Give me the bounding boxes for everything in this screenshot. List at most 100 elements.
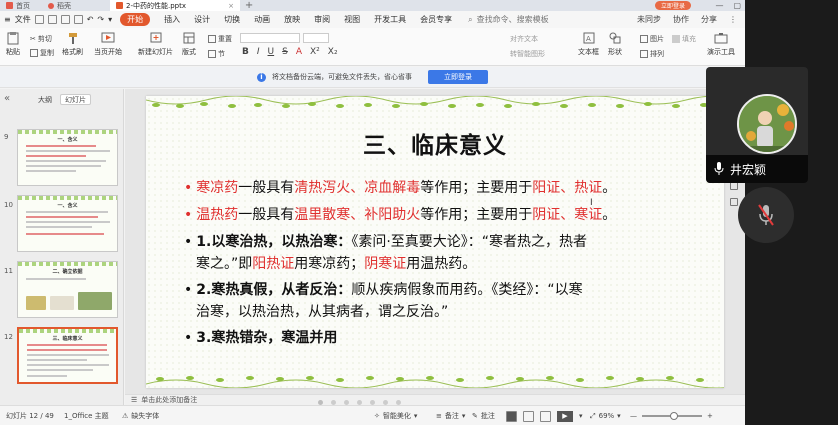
- redo-icon[interactable]: ↷: [97, 15, 104, 24]
- login-badge[interactable]: 立即登录: [654, 1, 691, 10]
- menu-start[interactable]: 开始: [120, 13, 151, 26]
- new-slide-button[interactable]: 新建幻灯片: [138, 31, 173, 57]
- slide-title[interactable]: 三、临床意义: [146, 126, 724, 160]
- tab-home[interactable]: 首页: [0, 0, 40, 11]
- slide-line-cold-drugs[interactable]: • 寒凉药一般具有清热泻火、凉血解毒等作用；主要用于阳证、热证。: [184, 180, 616, 197]
- side-tool-icon[interactable]: [730, 182, 738, 190]
- layout-button[interactable]: 版式: [182, 31, 196, 57]
- textbox-button[interactable]: A 文本框: [578, 31, 599, 57]
- cut-button[interactable]: ✂ 剪切: [30, 34, 52, 44]
- menu-design[interactable]: 设计: [194, 14, 210, 25]
- menu-view[interactable]: 视图: [344, 14, 360, 25]
- smart-beautify-button[interactable]: ✧ 智能美化 ▾: [374, 406, 417, 425]
- menu-slideshow[interactable]: 放映: [284, 14, 300, 25]
- shape-button[interactable]: 形状: [608, 31, 622, 57]
- italic-button[interactable]: I: [257, 47, 260, 57]
- align-text-button[interactable]: 对齐文本: [510, 34, 538, 44]
- text-run: 顺从疾病假象而用药。《类经》：“以寒: [351, 282, 583, 298]
- tab-slides[interactable]: 幻灯片: [60, 94, 91, 105]
- zoom-slider[interactable]: [642, 412, 702, 420]
- zoom-slider-knob[interactable]: [670, 412, 678, 420]
- menu-transition[interactable]: 切换: [224, 14, 240, 25]
- participant-video-tile[interactable]: 井宏颖: [706, 67, 808, 183]
- slide-thumbnail-10[interactable]: 一、含义: [17, 195, 118, 252]
- strikethrough-button[interactable]: S: [282, 47, 288, 57]
- paste-button[interactable]: 粘贴: [6, 31, 20, 57]
- notes-pane[interactable]: ☰ 单击此处添加备注: [125, 394, 745, 405]
- font-size-select[interactable]: [303, 33, 329, 43]
- menu-review[interactable]: 审阅: [314, 14, 330, 25]
- zoom-in-icon[interactable]: +: [707, 412, 713, 420]
- menu-right: 未同步 协作 分享 ⋮: [637, 11, 737, 28]
- menu-developer[interactable]: 开发工具: [374, 14, 406, 25]
- format-painter-button[interactable]: 格式刷: [62, 31, 83, 57]
- font-name-select[interactable]: [240, 33, 300, 43]
- picture-button[interactable]: 图片: [640, 34, 664, 44]
- slide-thumbnail-12[interactable]: 三、临床意义: [17, 327, 118, 384]
- fill-button[interactable]: 填充: [672, 34, 696, 44]
- preview-icon[interactable]: [73, 15, 83, 24]
- slide-line-point-1-cont[interactable]: 寒之。”即阳热证用寒凉药；阴寒证用温热药。: [196, 256, 476, 273]
- underline-button[interactable]: U: [268, 47, 275, 57]
- notes-toggle-button[interactable]: ≡ 备注 ▾: [436, 406, 465, 425]
- presentation-tools-button[interactable]: 演示工具: [707, 31, 735, 57]
- slide-line-point-2-cont[interactable]: 治寒，以热治热，从其病者，谓之反治。”: [196, 304, 448, 321]
- file-menu[interactable]: 文件: [15, 14, 31, 25]
- tab-docer[interactable]: 稻壳: [42, 0, 107, 11]
- section-icon: [208, 50, 216, 58]
- slide-line-point-1[interactable]: • 1.以寒治热，以热治寒：《素问·至真要大论》：“寒者热之，热者: [184, 234, 587, 251]
- slide-canvas[interactable]: 三、临床意义 • 寒凉药一般具有清热泻火、凉血解毒等作用；主要用于阳证、热证。 •…: [146, 96, 724, 388]
- maximize-icon[interactable]: ▢: [733, 1, 741, 10]
- fit-window-button[interactable]: ⤢ 69% ▾: [590, 406, 621, 425]
- collapse-panel-icon[interactable]: «: [4, 93, 10, 104]
- subscript-button[interactable]: X₂: [328, 47, 338, 57]
- arrange-button[interactable]: 排列: [640, 49, 664, 59]
- missing-font-button[interactable]: ⚠ 缺失字体: [122, 406, 159, 425]
- login-button[interactable]: 立即登录: [428, 70, 488, 84]
- slide-thumbnail-9[interactable]: 一、含义: [17, 129, 118, 186]
- reading-view-icon[interactable]: [540, 410, 551, 422]
- slide-sorter-view-icon[interactable]: [523, 410, 534, 422]
- export-icon[interactable]: [47, 15, 57, 24]
- chevron-down-icon: ▾: [617, 412, 621, 420]
- play-from-current-button[interactable]: 当页开始: [94, 31, 122, 57]
- section-button[interactable]: 节: [208, 49, 225, 59]
- share-button[interactable]: 分享: [701, 14, 717, 25]
- comments-button[interactable]: ✎ 批注: [472, 406, 495, 425]
- text-run: 等作用；主要用于: [420, 207, 533, 223]
- chevron-down-icon[interactable]: ▾: [108, 15, 112, 24]
- tab-document[interactable]: 2-中药的性能.pptx ×: [110, 0, 240, 11]
- new-tab-button[interactable]: +: [242, 0, 256, 11]
- close-icon[interactable]: ×: [228, 2, 234, 10]
- copy-button[interactable]: 复制: [30, 48, 54, 58]
- theme-name[interactable]: 1_Office 主题: [64, 406, 109, 425]
- reset-button[interactable]: 重置: [208, 34, 232, 44]
- print-icon[interactable]: [60, 15, 70, 24]
- superscript-button[interactable]: X²: [310, 47, 320, 57]
- chevron-down-icon[interactable]: ▾: [579, 412, 583, 420]
- save-icon[interactable]: [34, 15, 44, 24]
- slideshow-play-icon[interactable]: ▶: [557, 410, 573, 422]
- menu-animation[interactable]: 动画: [254, 14, 270, 25]
- more-icon[interactable]: ⋮: [729, 15, 737, 24]
- minimize-icon[interactable]: —: [715, 1, 723, 10]
- mute-button[interactable]: [738, 187, 794, 243]
- slide-line-point-2[interactable]: • 2.寒热真假，从者反治：顺从疾病假象而用药。《类经》：“以寒: [184, 282, 583, 299]
- zoom-out-icon[interactable]: —: [630, 412, 637, 420]
- hamburger-icon[interactable]: ≡: [4, 15, 11, 24]
- tab-outline[interactable]: 大纲: [34, 94, 56, 105]
- slide-thumbnail-11[interactable]: 二、确立依据: [17, 261, 118, 318]
- side-tool-icon[interactable]: [730, 198, 738, 206]
- menu-vip[interactable]: 会员专享: [420, 14, 452, 25]
- slide-line-point-3[interactable]: • 3.寒热错杂，寒温并用: [184, 330, 337, 347]
- normal-view-icon[interactable]: [506, 410, 517, 422]
- bold-button[interactable]: B: [242, 47, 249, 57]
- command-search[interactable]: ⌕ 查找命令、搜索模板: [468, 14, 548, 25]
- font-color-button[interactable]: A: [296, 47, 302, 57]
- slide-line-warm-drugs[interactable]: • 温热药一般具有温里散寒、补阳助火等作用；主要用于阴证、寒证。: [184, 207, 616, 224]
- collaborate-button[interactable]: 协作: [673, 14, 689, 25]
- menu-insert[interactable]: 插入: [164, 14, 180, 25]
- undo-icon[interactable]: ↶: [87, 15, 94, 24]
- sync-status[interactable]: 未同步: [637, 14, 661, 25]
- smart-graphic-button[interactable]: 转智能图形: [510, 49, 545, 59]
